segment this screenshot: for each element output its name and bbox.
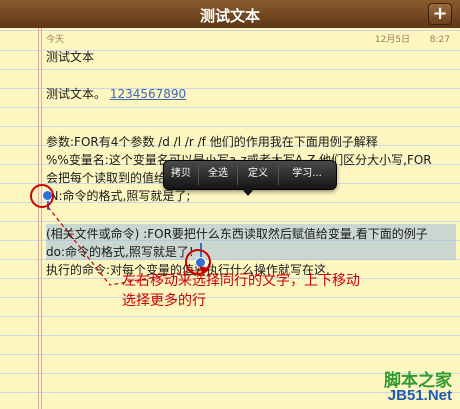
annotation-text-line2: 选择更多的行 xyxy=(122,293,206,309)
annotation-dashed-line xyxy=(47,206,111,286)
annotation-text-line1: 左右移动来选择同行的文字，上下移动 xyxy=(122,273,360,289)
annotation-overlay xyxy=(30,184,211,286)
watermark-url: JB51.Net xyxy=(387,387,452,404)
start-handle-highlight xyxy=(30,184,54,208)
